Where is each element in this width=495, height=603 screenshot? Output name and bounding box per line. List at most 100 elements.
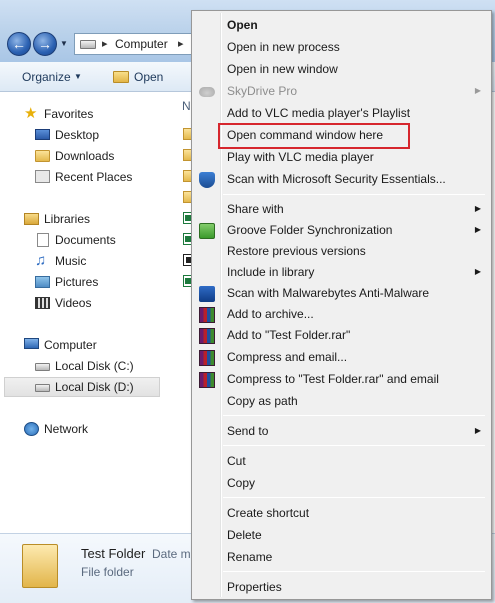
menu-item-copy-path[interactable]: Copy as path <box>194 391 490 413</box>
nav-local-disk-d[interactable]: Local Disk (D:) <box>4 377 160 397</box>
menu-item-compress-rar-email[interactable]: Compress to "Test Folder.rar" and email <box>194 369 490 391</box>
drive-icon <box>35 384 50 392</box>
chevron-right-icon[interactable]: ▸ <box>178 37 184 50</box>
nav-label: Local Disk (D:) <box>55 380 134 394</box>
winrar-icon <box>199 307 215 323</box>
menu-item-mse-scan[interactable]: Scan with Microsoft Security Essentials.… <box>194 169 490 191</box>
nav-recent-places[interactable]: Recent Places <box>35 168 155 186</box>
menu-item-vlc-play[interactable]: Play with VLC media player <box>194 147 490 169</box>
menu-item-send-to[interactable]: Send to ▶ <box>194 421 490 443</box>
nav-label: Local Disk (C:) <box>55 359 134 373</box>
downloads-folder-icon <box>35 150 50 162</box>
winrar-icon <box>199 350 215 366</box>
menu-separator <box>223 497 485 498</box>
nav-music[interactable]: ♫ Music <box>35 252 155 270</box>
column-header-name[interactable]: N <box>182 99 191 113</box>
nav-label: Computer <box>44 338 97 352</box>
chevron-right-icon: ▶ <box>474 225 481 234</box>
folder-icon <box>22 544 58 588</box>
menu-label: Copy as path <box>227 394 298 408</box>
menu-item-groove-sync[interactable]: Groove Folder Synchronization ▶ <box>194 220 490 242</box>
nav-label: Downloads <box>55 149 115 163</box>
nav-downloads[interactable]: Downloads <box>35 147 155 165</box>
menu-item-vlc-playlist[interactable]: Add to VLC media player's Playlist <box>194 103 490 125</box>
nav-documents[interactable]: Documents <box>35 231 155 249</box>
nav-desktop[interactable]: Desktop <box>35 126 155 144</box>
menu-label: Include in library <box>227 265 315 279</box>
selected-item-name: Test Folder <box>81 546 146 561</box>
malwarebytes-icon <box>199 286 215 302</box>
back-button[interactable]: ← <box>7 32 31 56</box>
recent-places-icon <box>35 170 50 183</box>
menu-label: Add to "Test Folder.rar" <box>227 328 351 342</box>
menu-separator <box>223 194 485 195</box>
pictures-icon <box>35 276 50 288</box>
menu-item-rename[interactable]: Rename <box>194 547 490 569</box>
winrar-icon <box>199 372 215 388</box>
menu-item-open-new-window[interactable]: Open in new window <box>194 59 490 81</box>
menu-label: Add to archive... <box>227 307 314 321</box>
desktop-icon <box>35 129 50 140</box>
nav-label: Videos <box>55 296 92 310</box>
nav-label: Libraries <box>44 212 91 226</box>
music-note-icon: ♫ <box>35 252 47 269</box>
menu-label: Delete <box>227 528 262 542</box>
menu-label: Rename <box>227 550 273 564</box>
highlight-box <box>218 123 410 149</box>
folder-open-icon <box>113 71 129 83</box>
recent-pages-dropdown-icon[interactable]: ▼ <box>60 39 68 48</box>
menu-item-compress-email[interactable]: Compress and email... <box>194 347 490 369</box>
nav-libraries[interactable]: Libraries <box>24 210 154 228</box>
menu-item-share-with[interactable]: Share with ▶ <box>194 199 490 221</box>
menu-item-create-shortcut[interactable]: Create shortcut <box>194 503 490 525</box>
menu-item-add-archive[interactable]: Add to archive... <box>194 304 490 326</box>
menu-item-cut[interactable]: Cut <box>194 451 490 473</box>
menu-item-restore-versions[interactable]: Restore previous versions <box>194 241 490 263</box>
shield-icon <box>199 172 215 188</box>
breadcrumb-computer[interactable]: Computer <box>115 37 168 51</box>
menu-item-add-rar[interactable]: Add to "Test Folder.rar" <box>194 325 490 347</box>
menu-item-open[interactable]: Open <box>194 15 490 37</box>
nav-videos[interactable]: Videos <box>35 294 155 312</box>
nav-computer[interactable]: Computer <box>24 336 154 354</box>
menu-item-copy[interactable]: Copy <box>194 473 490 495</box>
nav-label: Favorites <box>44 107 94 121</box>
nav-label: Pictures <box>55 275 99 289</box>
menu-label: Create shortcut <box>227 506 310 520</box>
nav-pictures[interactable]: Pictures <box>35 273 155 291</box>
selected-item-type: File folder <box>81 565 134 579</box>
cloud-icon <box>199 87 215 97</box>
nav-favorites[interactable]: ★ Favorites <box>24 105 154 123</box>
menu-label: Scan with Microsoft Security Essentials.… <box>227 172 446 186</box>
menu-item-include-library[interactable]: Include in library ▶ <box>194 262 490 284</box>
menu-label: SkyDrive Pro <box>227 84 298 98</box>
chevron-right-icon[interactable]: ▸ <box>102 37 108 50</box>
nav-network[interactable]: Network <box>24 420 154 438</box>
menu-separator <box>223 571 485 572</box>
menu-label: Share with <box>227 202 284 216</box>
menu-separator <box>223 445 485 446</box>
menu-label: Open in new process <box>227 40 340 54</box>
winrar-icon <box>199 328 215 344</box>
menu-label: Add to VLC media player's Playlist <box>227 106 411 120</box>
nav-local-disk-c[interactable]: Local Disk (C:) <box>35 357 155 375</box>
menu-item-properties[interactable]: Properties <box>194 577 490 599</box>
menu-item-open-new-process[interactable]: Open in new process <box>194 37 490 59</box>
open-button[interactable]: Open <box>134 70 163 84</box>
menu-item-malwarebytes[interactable]: Scan with Malwarebytes Anti-Malware <box>194 283 490 305</box>
menu-label: Copy <box>227 476 256 490</box>
forward-button[interactable]: → <box>33 32 57 56</box>
nav-label: Recent Places <box>55 170 133 184</box>
chevron-down-icon: ▼ <box>74 72 82 81</box>
network-globe-icon <box>24 422 39 436</box>
menu-item-delete[interactable]: Delete <box>194 525 490 547</box>
organize-button[interactable]: Organize <box>22 70 71 84</box>
groove-sync-icon <box>199 223 215 239</box>
menu-label: Open in new window <box>227 62 338 76</box>
menu-label: Play with VLC media player <box>227 150 374 164</box>
menu-item-skydrive-pro[interactable]: SkyDrive Pro ▶ <box>194 81 490 103</box>
chevron-right-icon: ▶ <box>474 426 481 435</box>
library-icon <box>24 213 39 225</box>
navigation-pane: ★ Favorites Desktop Downloads Recent Pla… <box>0 93 172 533</box>
menu-label: Compress and email... <box>227 350 348 364</box>
